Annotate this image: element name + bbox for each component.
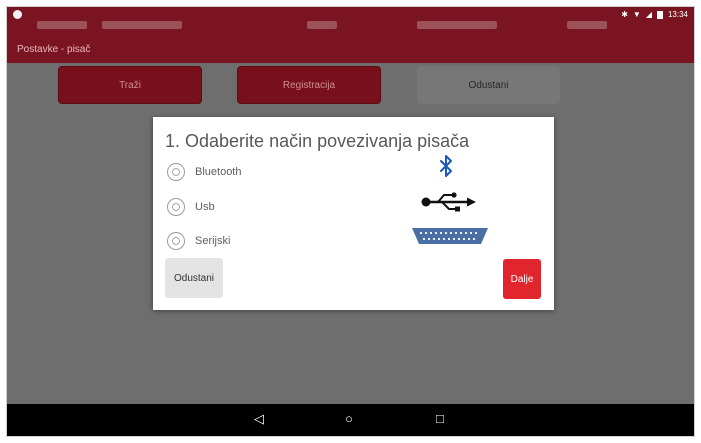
home-icon[interactable]: ○	[345, 412, 353, 426]
breadcrumb-text: Postavke - pisač	[17, 44, 91, 55]
status-time: 13:34	[667, 10, 688, 19]
radio-bluetooth[interactable]	[167, 163, 185, 181]
breadcrumb: Postavke - pisač	[7, 39, 694, 63]
navigation-bar: ◁ ○ □	[7, 404, 694, 436]
cancel-button-label: Odustani	[173, 272, 215, 284]
blurred-header-item	[307, 21, 337, 29]
back-icon[interactable]: ◁	[254, 412, 264, 426]
blurred-header-item	[102, 21, 182, 29]
register-button-label: Registracija	[282, 79, 336, 91]
dialog-title: 1. Odaberite način povezivanja pisača	[165, 131, 470, 151]
option-serial-label: Serijski	[195, 235, 231, 247]
connection-dialog: 1. Odaberite način povezivanja pisača Bl…	[153, 117, 554, 310]
radio-serial[interactable]	[167, 232, 185, 250]
usb-icon	[421, 192, 476, 212]
next-button[interactable]: Dalje	[503, 259, 541, 299]
blurred-header-item	[37, 21, 87, 29]
recents-icon[interactable]: □	[436, 412, 444, 426]
bluetooth-icon: ✱	[621, 10, 628, 19]
blurred-header-item	[417, 21, 497, 29]
signal-icon: ◢	[645, 10, 652, 19]
option-usb-label: Usb	[195, 201, 215, 213]
wifi-icon: ▼	[632, 10, 641, 19]
status-icons: ✱ ▼ ◢ 13:34	[621, 10, 688, 19]
option-serial[interactable]: Serijski	[167, 232, 230, 250]
option-usb[interactable]: Usb	[167, 198, 215, 216]
serial-port-icon	[412, 228, 488, 244]
search-button-label: Traži	[119, 79, 141, 91]
search-button[interactable]: Traži	[58, 66, 202, 104]
device-screen: ✱ ▼ ◢ 13:34 Postavke - pisač Traži Regis…	[6, 6, 695, 437]
app-notification-icon	[13, 10, 22, 19]
blurred-header-item	[567, 21, 607, 29]
cancel-top-button-label: Odustani	[468, 79, 509, 91]
action-bar: Traži Registracija Odustani	[7, 63, 694, 111]
battery-icon	[656, 10, 663, 19]
next-button-label: Dalje	[510, 273, 534, 285]
option-bluetooth-label: Bluetooth	[195, 166, 242, 178]
option-bluetooth[interactable]: Bluetooth	[167, 163, 241, 181]
status-bar: ✱ ▼ ◢ 13:34	[7, 7, 694, 39]
cancel-button[interactable]: Odustani	[165, 258, 223, 298]
register-button[interactable]: Registracija	[237, 66, 381, 104]
cancel-top-button[interactable]: Odustani	[417, 66, 560, 104]
radio-usb[interactable]	[167, 198, 185, 216]
bluetooth-icon	[440, 155, 452, 177]
